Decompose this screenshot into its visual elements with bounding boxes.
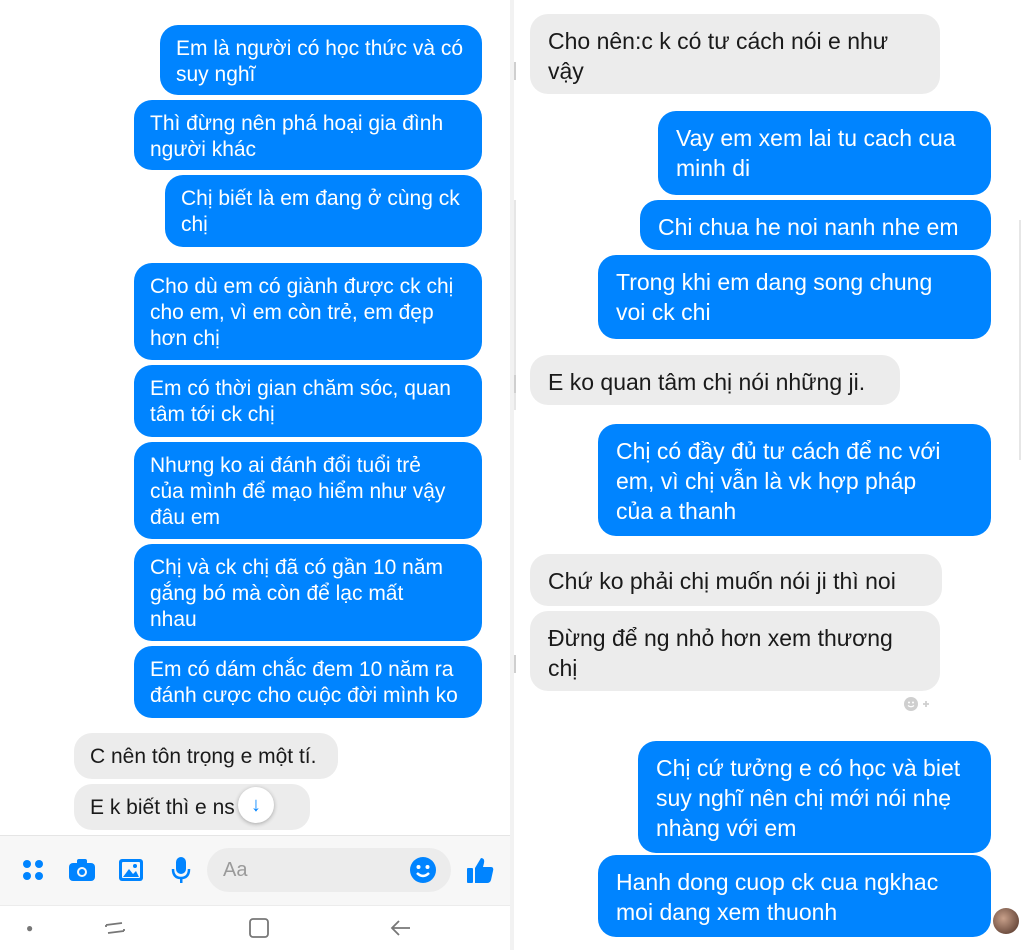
message-bubble-outgoing[interactable]: Thì đừng nên phá hoại gia đình người khá…	[134, 100, 482, 170]
message-bubble-outgoing[interactable]: Em có thời gian chăm sóc, quan tâm tới c…	[134, 365, 482, 437]
message-composer	[0, 835, 512, 905]
message-bubble-incoming[interactable]: E ko quan tâm chị nói những ji.	[530, 355, 900, 405]
edge-mark	[1019, 220, 1021, 460]
scroll-to-bottom-button[interactable]: ↓	[238, 787, 274, 823]
apps-icon[interactable]	[17, 854, 49, 886]
thumbs-up-icon[interactable]	[464, 854, 496, 886]
left-chat-panel[interactable]: Em là người có học thức và có suy nghĩ T…	[0, 0, 512, 950]
message-bubble-outgoing[interactable]: Chị và ck chị đã có gần 10 năm gắng bó m…	[134, 544, 482, 641]
message-bubble-incoming[interactable]: Đừng để ng nhỏ hơn xem thương chị	[530, 611, 940, 691]
gallery-icon[interactable]	[115, 854, 147, 886]
back-icon[interactable]	[388, 916, 414, 945]
add-reaction-icon[interactable]	[902, 694, 932, 714]
camera-icon[interactable]	[66, 854, 98, 886]
message-bubble-outgoing[interactable]: Em là người có học thức và có suy nghĩ	[160, 25, 482, 95]
android-navigation-bar: ●	[0, 905, 512, 950]
message-bubble-incoming[interactable]: Chứ ko phải chị muốn nói ji thì noi	[530, 554, 942, 606]
message-bubble-outgoing[interactable]: Em có dám chắc đem 10 năm ra đánh cược c…	[134, 646, 482, 718]
microphone-icon[interactable]	[165, 854, 197, 886]
message-bubble-outgoing[interactable]: Chị có đầy đủ tư cách để nc với em, vì c…	[598, 424, 991, 536]
message-bubble-outgoing[interactable]: Hanh dong cuop ck cua ngkhac moi dang xe…	[598, 855, 991, 937]
home-icon[interactable]	[246, 916, 272, 945]
arrow-down-icon: ↓	[251, 794, 261, 816]
seen-avatar-icon	[993, 908, 1019, 934]
message-bubble-outgoing[interactable]: Trong khi em dang song chung voi ck chi	[598, 255, 991, 339]
message-bubble-incoming[interactable]: E k biết thì e ns ết	[74, 784, 310, 830]
message-bubble-outgoing[interactable]: Chị cứ tưởng e có học và biet suy nghĩ n…	[638, 741, 991, 853]
dot-icon[interactable]: ●	[26, 916, 33, 940]
edge-mark	[514, 62, 516, 80]
message-bubble-outgoing[interactable]: Chị biết là em đang ở cùng ck chị	[165, 175, 482, 247]
right-chat-panel[interactable]: Cho nên:c k có tư cách nói e như vậy Vay…	[514, 0, 1024, 950]
message-bubble-outgoing[interactable]: Chi chua he noi nanh nhe em	[640, 200, 991, 250]
edge-mark	[514, 655, 516, 673]
message-bubble-outgoing[interactable]: Cho dù em có giành được ck chị cho em, v…	[134, 263, 482, 360]
emoji-icon[interactable]	[407, 854, 439, 886]
recent-apps-icon[interactable]	[102, 916, 128, 945]
message-bubble-outgoing[interactable]: Vay em xem lai tu cach cua minh di	[658, 111, 991, 195]
message-bubble-outgoing[interactable]: Nhưng ko ai đánh đổi tuổi trẻ của mình đ…	[134, 442, 482, 539]
message-bubble-incoming[interactable]: Cho nên:c k có tư cách nói e như vậy	[530, 14, 940, 94]
message-bubble-incoming[interactable]: C nên tôn trọng e một tí.	[74, 733, 338, 779]
edge-mark	[514, 375, 516, 393]
